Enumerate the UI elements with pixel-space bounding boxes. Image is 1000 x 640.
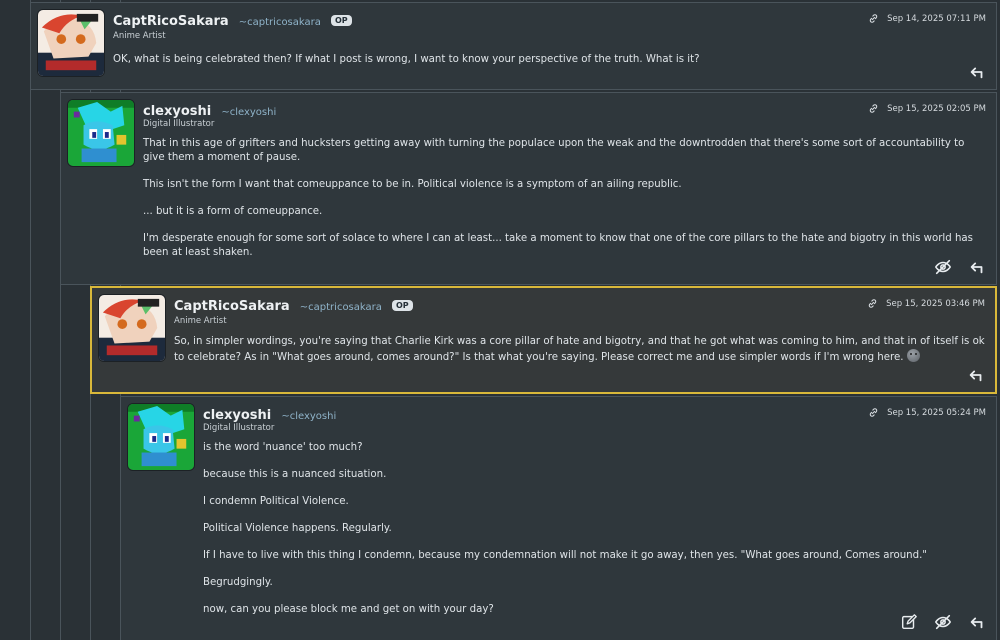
comment-body: That in this age of grifters and huckste… [143,137,986,273]
comment-paragraph: ... but it is a form of comeuppance. [143,206,323,217]
reply-icon[interactable] [968,613,986,631]
user-title: Digital Illustrator [143,119,215,129]
comment-paragraph: If I have to live with this thing I cond… [203,550,927,561]
link-icon[interactable] [868,13,879,24]
comment: CaptRicoSakara ~captricosakara OP Anime … [30,2,997,90]
avatar-icon [128,404,194,470]
comment-paragraph: I'm desperate enough for some sort of so… [143,233,973,258]
comment-paragraph: because this is a nuanced situation. [203,469,387,480]
comment-paragraph: This isn't the form I want that comeuppa… [143,179,682,190]
comment-paragraph: Begrudgingly. [203,577,273,588]
comment-body: OK, what is being celebrated then? If wh… [113,53,986,80]
username[interactable]: clexyoshi [143,104,211,119]
username[interactable]: CaptRicoSakara [174,299,290,314]
comment-paragraph: OK, what is being celebrated then? If wh… [113,54,700,65]
link-icon[interactable] [867,298,878,309]
avatar-icon [68,100,134,166]
comment-paragraph: is the word 'nuance' too much? [203,442,363,453]
comment: clexyoshi ~clexyoshi Digital Illustrator… [120,396,997,640]
post-date[interactable]: Sep 15, 2025 02:05 PM [887,104,986,114]
avatar[interactable] [67,99,135,167]
comment-body: So, in simpler wordings, you're saying t… [174,335,985,378]
hide-icon[interactable] [934,258,952,276]
avatar[interactable] [127,403,195,471]
reply-icon[interactable] [967,366,985,384]
comment-paragraph: So, in simpler wordings, you're saying t… [174,336,985,363]
comment-paragraph: That in this age of grifters and huckste… [143,138,965,163]
avatar[interactable] [37,9,105,77]
link-icon[interactable] [868,407,879,418]
reply-icon[interactable] [968,63,986,81]
user-handle[interactable]: ~clexyoshi [221,107,276,118]
post-date[interactable]: Sep 14, 2025 07:11 PM [887,14,986,24]
username[interactable]: clexyoshi [203,408,271,423]
comment-paragraph: I condemn Political Violence. [203,496,349,507]
edit-icon[interactable] [900,613,918,631]
avatar-icon [38,10,104,76]
avatar[interactable] [98,294,166,362]
op-badge: OP [330,15,352,26]
op-badge: OP [391,300,413,311]
post-date[interactable]: Sep 15, 2025 03:46 PM [886,299,985,309]
post-date[interactable]: Sep 15, 2025 05:24 PM [887,408,986,418]
username[interactable]: CaptRicoSakara [113,14,229,29]
thread-line [30,0,31,640]
user-title: Anime Artist [174,316,227,326]
comment-paragraph: now, can you please block me and get on … [203,604,494,615]
user-handle[interactable]: ~captricosakara [300,302,382,313]
reply-icon[interactable] [968,258,986,276]
comment-highlighted: CaptRicoSakara ~captricosakara OP Anime … [90,286,997,394]
user-title: Anime Artist [113,31,166,41]
avatar-icon [99,295,165,361]
link-icon[interactable] [868,103,879,114]
user-handle[interactable]: ~clexyoshi [281,411,336,422]
comment-paragraph: Political Violence happens. Regularly. [203,523,392,534]
user-title: Digital Illustrator [203,423,275,433]
neutral-face-emoji [906,349,920,362]
hide-icon[interactable] [934,613,952,631]
comment-body: is the word 'nuance' too much? because t… [203,441,986,630]
comment: clexyoshi ~clexyoshi Digital Illustrator… [60,92,997,285]
user-handle[interactable]: ~captricosakara [239,17,321,28]
